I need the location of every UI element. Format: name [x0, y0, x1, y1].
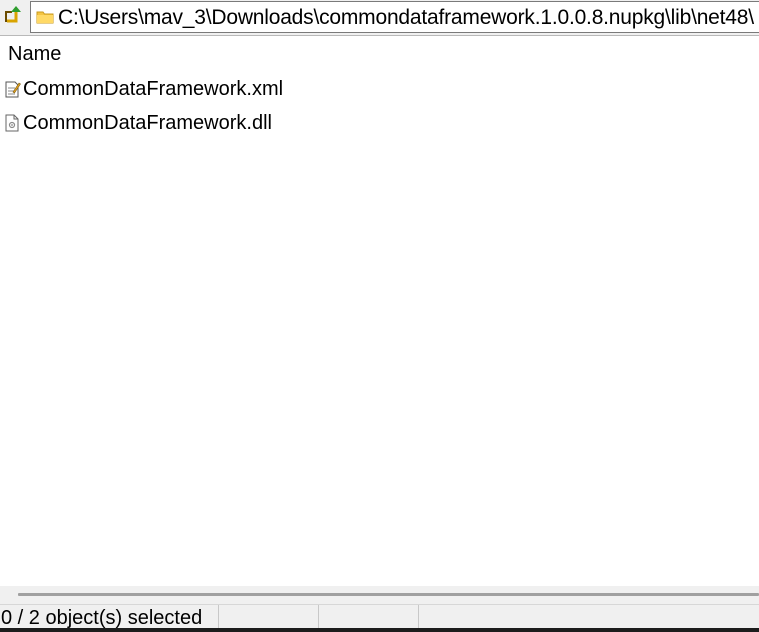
- status-cell-size: [219, 605, 319, 629]
- taskbar-edge: [0, 628, 759, 632]
- dll-file-icon: [5, 113, 21, 133]
- up-folder-button[interactable]: [2, 4, 24, 28]
- selection-status: 0 / 2 object(s) selected: [1, 607, 203, 629]
- scrollbar-thumb[interactable]: [18, 593, 759, 596]
- horizontal-scrollbar[interactable]: [0, 586, 759, 604]
- file-name: CommonDataFramework.dll: [23, 111, 272, 134]
- address-bar[interactable]: C:\Users\mav_3\Downloads\commondataframe…: [30, 1, 759, 33]
- folder-icon: [36, 9, 54, 25]
- column-header-name[interactable]: Name: [8, 43, 61, 66]
- xml-file-icon: [5, 79, 21, 99]
- file-name: CommonDataFramework.xml: [23, 77, 284, 100]
- folder-up-icon: [4, 4, 22, 29]
- address-path: C:\Users\mav_3\Downloads\commondataframe…: [58, 5, 754, 29]
- list-item[interactable]: CommonDataFramework.dll: [0, 106, 759, 140]
- status-cell-packed: [319, 605, 419, 629]
- list-item[interactable]: CommonDataFramework.xml: [0, 72, 759, 106]
- status-cell-selection: 0 / 2 object(s) selected: [0, 605, 219, 629]
- file-list: CommonDataFramework.xml CommonDataFramew…: [0, 72, 759, 140]
- status-cell-info: [419, 605, 759, 629]
- address-toolbar: C:\Users\mav_3\Downloads\commondataframe…: [0, 0, 759, 36]
- list-header: Name: [0, 37, 759, 71]
- status-bar: 0 / 2 object(s) selected: [0, 604, 759, 629]
